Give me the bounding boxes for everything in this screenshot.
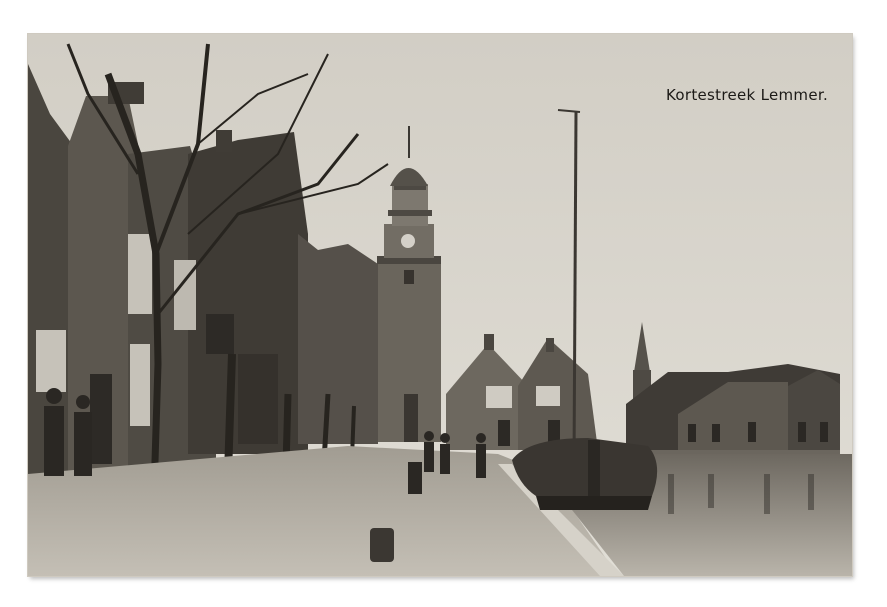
street-scene-photo <box>28 34 852 576</box>
bollards <box>370 528 394 562</box>
postcard-caption: Kortestreek Lemmer. <box>666 86 829 104</box>
boat-mast <box>572 111 578 465</box>
postcard: Kortestreek Lemmer. <box>28 34 852 576</box>
